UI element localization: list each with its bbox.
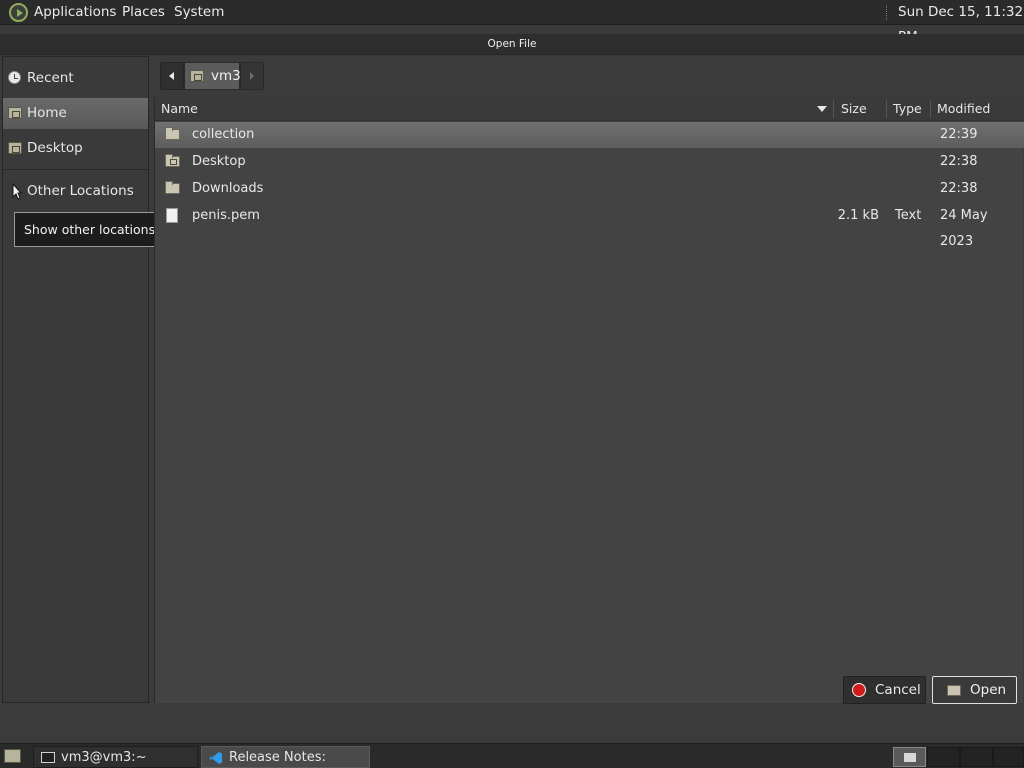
panel-separator bbox=[886, 5, 888, 20]
folder-icon bbox=[165, 181, 180, 194]
column-divider bbox=[833, 100, 834, 118]
path-forward-button[interactable] bbox=[240, 62, 264, 90]
menu-places[interactable]: Places bbox=[122, 0, 165, 25]
file-modified: 22:39 bbox=[940, 127, 978, 142]
home-folder-icon bbox=[8, 107, 22, 119]
sidebar-item-label: Home bbox=[27, 105, 67, 121]
sidebar-item-label: Recent bbox=[27, 70, 74, 86]
cancel-button[interactable]: Cancel bbox=[843, 676, 926, 704]
file-type: Text bbox=[895, 208, 922, 223]
workspace-4[interactable] bbox=[993, 747, 1024, 767]
file-modified: 22:38 bbox=[940, 154, 978, 169]
path-segment-vm3[interactable]: vm3 bbox=[184, 62, 241, 90]
file-name: penis.pem bbox=[192, 208, 260, 223]
sidebar-separator bbox=[3, 169, 148, 170]
places-sidebar: Recent Home Desktop Other Locations bbox=[2, 56, 149, 703]
column-size[interactable]: Size bbox=[836, 97, 886, 121]
sidebar-item-recent[interactable]: Recent bbox=[3, 63, 148, 94]
file-name: Downloads bbox=[192, 181, 264, 196]
open-label: Open bbox=[970, 682, 1007, 698]
file-modified: 22:38 bbox=[940, 181, 978, 196]
menu-applications[interactable]: Applications bbox=[34, 0, 116, 25]
open-button[interactable]: Open bbox=[932, 676, 1017, 704]
taskbar-item-terminal[interactable]: vm3@vm3:~ bbox=[33, 746, 198, 768]
column-modified[interactable]: Modified bbox=[932, 97, 1024, 121]
vscode-icon bbox=[209, 751, 223, 765]
file-row-desktop[interactable]: Desktop 22:38 bbox=[155, 149, 1024, 175]
bottom-taskbar: vm3@vm3:~ Release Notes: 1.91.... bbox=[0, 743, 1024, 768]
dialog-title[interactable]: Open File bbox=[0, 34, 1024, 55]
folder-icon bbox=[165, 127, 180, 140]
sort-descending-icon bbox=[817, 106, 827, 112]
sidebar-item-label: Other Locations bbox=[27, 183, 134, 199]
workspace-1[interactable] bbox=[893, 747, 926, 767]
workspace-3[interactable] bbox=[960, 747, 993, 767]
column-header-row: Name Size Type Modified bbox=[155, 97, 1024, 121]
cancel-label: Cancel bbox=[875, 682, 921, 698]
tooltip: Show other locations bbox=[14, 212, 160, 247]
show-desktop-icon[interactable] bbox=[4, 749, 21, 763]
path-back-button[interactable] bbox=[160, 62, 184, 90]
clock[interactable]: Sun Dec 15, 11:32 PM bbox=[898, 0, 1024, 45]
column-divider bbox=[930, 100, 931, 118]
terminal-icon bbox=[41, 752, 55, 763]
file-modified: 24 May 2023 bbox=[940, 208, 988, 249]
recent-icon bbox=[8, 71, 21, 84]
top-panel: Applications Places System Sun Dec 15, 1… bbox=[0, 0, 1024, 45]
taskbar-item-release-notes[interactable]: Release Notes: 1.91.... bbox=[201, 746, 370, 768]
file-row-downloads[interactable]: Downloads 22:38 bbox=[155, 176, 1024, 202]
menu-system[interactable]: System bbox=[174, 0, 224, 25]
text-file-icon bbox=[166, 208, 178, 223]
sidebar-item-desktop[interactable]: Desktop bbox=[3, 133, 148, 164]
home-folder-icon bbox=[190, 70, 204, 82]
sidebar-item-label: Desktop bbox=[27, 140, 83, 156]
file-name: Desktop bbox=[192, 154, 246, 169]
distro-logo-icon[interactable] bbox=[9, 3, 28, 22]
sidebar-item-home[interactable]: Home bbox=[3, 98, 148, 129]
column-name[interactable]: Name bbox=[156, 97, 833, 121]
file-row-collection[interactable]: collection 22:39 bbox=[155, 122, 1024, 148]
path-segment-label: vm3 bbox=[211, 68, 241, 84]
file-row-penis-pem[interactable]: penis.pem 2.1 kB Text 24 May 2023 bbox=[155, 203, 1024, 249]
workspace-2[interactable] bbox=[927, 747, 960, 767]
file-size: 2.1 kB bbox=[837, 208, 879, 223]
column-type[interactable]: Type bbox=[888, 97, 930, 121]
file-name: collection bbox=[192, 127, 255, 142]
task-label: vm3@vm3:~ bbox=[61, 750, 147, 765]
desktop-folder-icon bbox=[165, 154, 180, 167]
file-list[interactable]: Name Size Type Modified collection 22:39… bbox=[154, 97, 1024, 703]
sidebar-item-other-locations[interactable]: Other Locations bbox=[3, 176, 148, 207]
task-label: Release Notes: 1.91.... bbox=[229, 750, 326, 765]
desktop-folder-icon bbox=[8, 142, 22, 154]
column-divider bbox=[886, 100, 887, 118]
folder-open-icon bbox=[947, 685, 961, 696]
mouse-cursor-icon bbox=[12, 183, 22, 200]
cancel-icon bbox=[852, 683, 866, 697]
